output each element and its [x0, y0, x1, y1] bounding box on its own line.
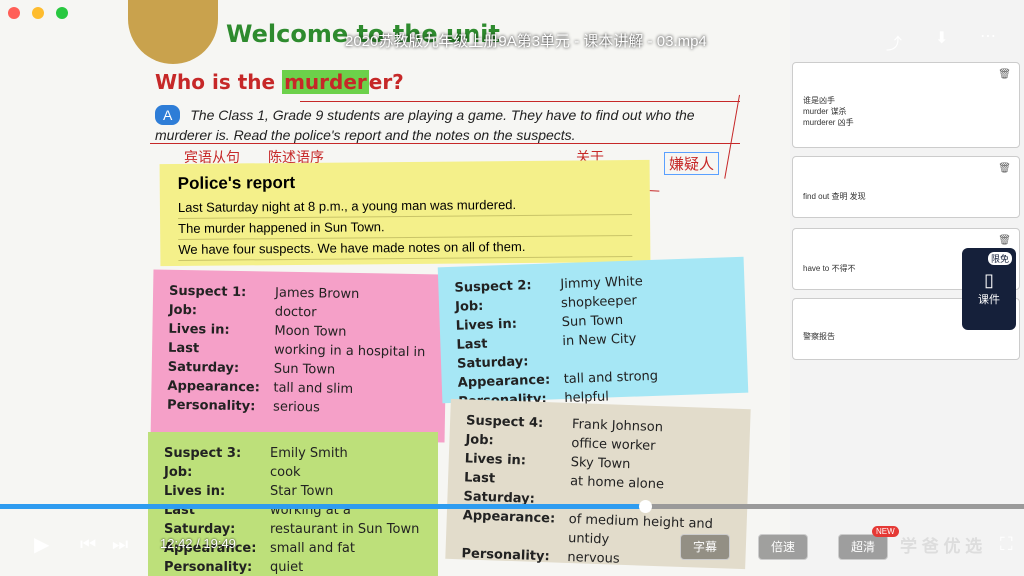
- new-badge: NEW: [872, 526, 899, 537]
- courseware-icon: ▯: [984, 270, 994, 290]
- window-titlebar: 2020苏教版九年级上册9A第3单元 - 课本讲解 - 03.mp4 ⤴ ⬇ ⋯: [0, 0, 1024, 53]
- suspect-title: Suspect 1:: [168, 283, 247, 301]
- fullscreen-icon[interactable]: ⛶: [1000, 534, 1013, 555]
- next-icon[interactable]: ⏭: [112, 534, 128, 555]
- speed-button[interactable]: 倍速: [758, 534, 808, 560]
- free-badge: 限免: [987, 252, 1012, 265]
- note-line: find out 查明 发现: [803, 192, 866, 201]
- police-report: Police's report Last Saturday night at 8…: [159, 159, 651, 267]
- courseware-button[interactable]: 限免 ▯ 课件: [962, 248, 1016, 330]
- section-badge: A: [155, 105, 181, 125]
- note-line: murder 谋杀: [803, 107, 847, 116]
- field-value: cook: [270, 465, 301, 480]
- close-icon[interactable]: [8, 7, 20, 19]
- suspect-title: Suspect 3:: [164, 446, 242, 461]
- suspect-card-1: Suspect 1: James Brown Job: doctor Lives i…: [150, 269, 448, 443]
- field-value: Star Town: [270, 484, 334, 499]
- trash-icon[interactable]: 🗑: [998, 69, 1011, 80]
- time-display: 12:42 / 19:49: [160, 536, 236, 551]
- trash-icon[interactable]: 🗑: [998, 163, 1011, 174]
- field-label: Job:: [168, 302, 198, 319]
- field-value: serious: [272, 399, 320, 416]
- field-value: shopkeeper: [560, 293, 638, 312]
- field-label: Lives in:: [164, 484, 226, 499]
- report-title: Police's report: [177, 172, 296, 193]
- field-value: working in a hospital in Sun Town: [273, 342, 426, 378]
- annotation-suspect[interactable]: 嫌疑人: [664, 152, 720, 175]
- video-frame: Welcome to the unit Who is the murder er?…: [0, 0, 790, 576]
- field-value: in New City: [562, 331, 637, 350]
- play-icon[interactable]: ▶: [34, 532, 49, 557]
- note-line: murderer 凶手: [803, 118, 854, 127]
- field-value: Sun Town: [561, 312, 624, 331]
- note-card[interactable]: 🗑 谁是凶手 murder 谋杀 murderer 凶手: [792, 62, 1020, 148]
- field-label: Job:: [164, 465, 193, 480]
- field-label: Last Saturday:: [456, 336, 529, 372]
- heading-highlight: murder: [282, 70, 369, 94]
- intro-text: The Class 1, Grade 9 students are playin…: [155, 107, 695, 143]
- note-line: 警察报告: [803, 332, 835, 341]
- field-value: Sky Town: [570, 455, 631, 473]
- courseware-label: 课件: [978, 294, 1000, 306]
- heading-suffix: er?: [368, 70, 404, 94]
- more-icon[interactable]: ⋯: [980, 26, 996, 46]
- quality-button[interactable]: 超清: [838, 534, 888, 560]
- field-value: doctor: [274, 304, 317, 321]
- brand-logo: 学 爸 优 选: [900, 537, 983, 556]
- maximize-icon[interactable]: [56, 7, 68, 19]
- field-label: Appearance:: [167, 378, 260, 396]
- minimize-icon[interactable]: [32, 7, 44, 19]
- suspect-name: James Brown: [274, 285, 360, 303]
- subtitle-button[interactable]: 字幕: [680, 534, 730, 560]
- note-card[interactable]: 🗑 find out 查明 发现: [792, 156, 1020, 218]
- report-line: We have four suspects. We have made note…: [178, 236, 633, 261]
- suspect-name: Emily Smith: [270, 446, 348, 461]
- note-line: 谁是凶手: [803, 96, 835, 105]
- annotation-line: [150, 143, 740, 144]
- download-icon[interactable]: ⬇: [935, 28, 948, 48]
- field-label: Lives in:: [168, 321, 230, 338]
- intro-paragraph: A The Class 1, Grade 9 students are play…: [155, 105, 735, 145]
- previous-icon[interactable]: ⏮: [80, 534, 96, 555]
- field-value: tall and slim: [273, 380, 354, 397]
- field-label: Last Saturday:: [167, 340, 240, 376]
- video-title: 2020苏教版九年级上册9A第3单元 - 课本讲解 - 03.mp4: [345, 33, 707, 50]
- field-value: Moon Town: [274, 323, 347, 340]
- annotation-line: [300, 101, 740, 102]
- heading: Who is the murder er?: [155, 70, 404, 94]
- heading-prefix: Who is the: [155, 70, 283, 94]
- suspect-card-2: Suspect 2: Jimmy White Job: shopkeeper Liv…: [437, 256, 749, 410]
- field-label: Personality:: [166, 397, 256, 415]
- trash-icon[interactable]: 🗑: [998, 235, 1011, 246]
- field-value: tall and strong: [563, 368, 659, 388]
- share-icon[interactable]: ⤴: [886, 30, 902, 54]
